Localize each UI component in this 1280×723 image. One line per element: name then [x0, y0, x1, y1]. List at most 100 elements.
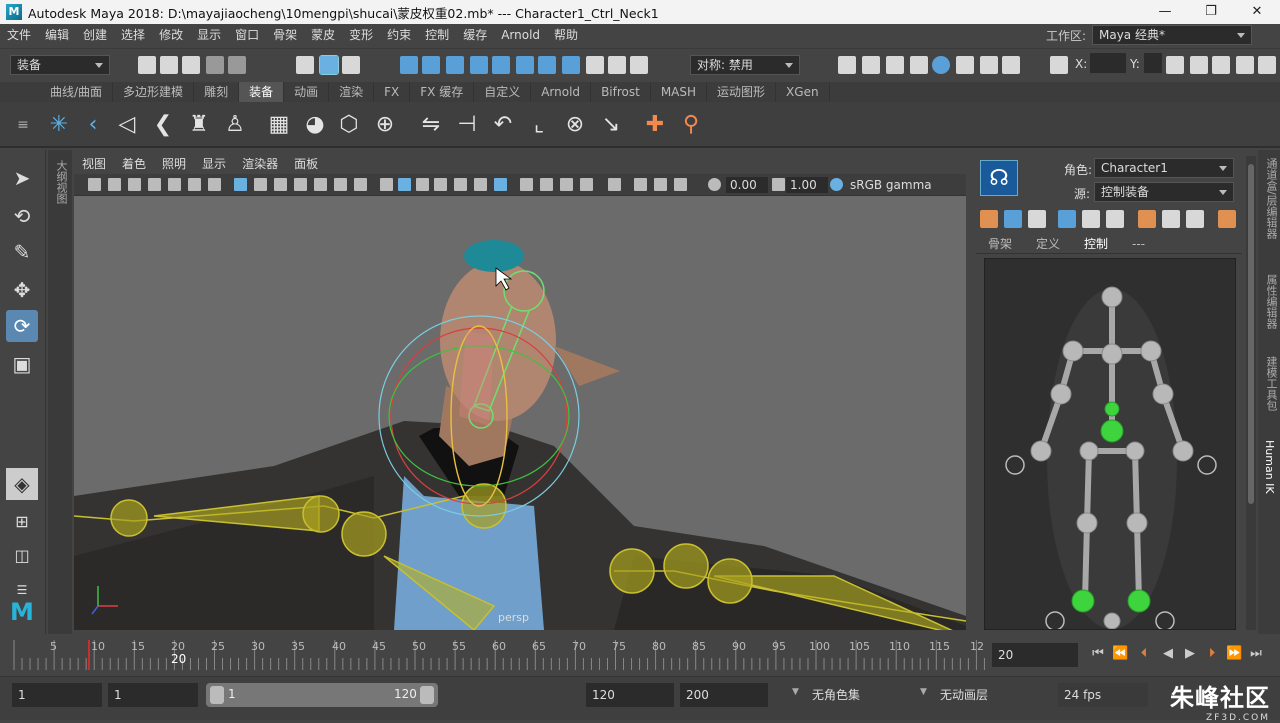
play-backward-icon[interactable]: ◀	[1160, 646, 1176, 662]
unlock-icon[interactable]	[608, 56, 626, 74]
shelf-tab-rendering[interactable]: 渲染	[329, 82, 375, 102]
y-field[interactable]	[1144, 53, 1162, 73]
gamma-field[interactable]: 1.00	[786, 177, 828, 193]
wireframe-icon[interactable]	[380, 178, 393, 191]
menu-skin[interactable]: 蒙皮	[304, 24, 342, 46]
snap-point-icon[interactable]	[446, 56, 464, 74]
selection-icon[interactable]	[1082, 210, 1100, 228]
pin-rotation-icon[interactable]	[1162, 210, 1180, 228]
x-field[interactable]	[1090, 53, 1126, 73]
close-button[interactable]: ✕	[1234, 0, 1280, 24]
safe-action-icon[interactable]	[334, 178, 347, 191]
workspace-dropdown[interactable]: Maya 经典*	[1092, 25, 1252, 45]
maximize-button[interactable]: ❐	[1188, 0, 1234, 24]
locator-icon[interactable]: ✚	[640, 110, 670, 140]
wireframe-on-shaded-icon[interactable]	[434, 178, 447, 191]
humanik-icon[interactable]: ♜	[184, 110, 214, 140]
four-view-icon[interactable]: ⊞	[6, 506, 38, 538]
lasso-tool-icon[interactable]: ⟲	[6, 200, 38, 232]
pause-icon[interactable]	[1002, 56, 1020, 74]
edit-pin-icon[interactable]	[1004, 210, 1022, 228]
side-tab-modeling-toolkit[interactable]: 建模工具包	[1263, 356, 1279, 411]
save-scene-icon[interactable]	[182, 56, 200, 74]
motion-blur-icon[interactable]	[560, 178, 573, 191]
current-frame-field[interactable]: 20	[992, 643, 1078, 667]
smooth-skin-icon[interactable]: ◕	[300, 110, 330, 140]
time-slider[interactable]: 5 10 15 20 25 30 35 40 45 50 55 60 65 70…	[0, 636, 988, 674]
minimize-button[interactable]: —	[1142, 0, 1188, 24]
playback-start-field[interactable]: 1	[108, 683, 198, 707]
viewport-menu-lighting[interactable]: 照明	[154, 155, 194, 172]
mirror-icon[interactable]	[1106, 210, 1124, 228]
shelf-menu-icon[interactable]: ≡	[8, 110, 38, 140]
move-tool-icon[interactable]: ✥	[6, 274, 38, 306]
menu-select[interactable]: 选择	[114, 24, 152, 46]
animation-start-field[interactable]: 1	[12, 683, 102, 707]
viewport-menu-renderer[interactable]: 渲染器	[234, 155, 286, 172]
range-end-handle[interactable]	[420, 686, 434, 704]
playback-end-field[interactable]: 120	[586, 683, 674, 707]
anim-layer-dropdown[interactable]: 无动画层	[934, 683, 1044, 707]
ik-spline-icon[interactable]: ◁	[112, 110, 142, 140]
magnet-icon[interactable]	[630, 56, 648, 74]
field-chart-icon[interactable]	[314, 178, 327, 191]
range-slider-bar[interactable]: 1 120	[206, 683, 438, 707]
side-tab-attribute-editor[interactable]: 属性编辑器	[1263, 274, 1279, 329]
shelf-tab-fx[interactable]: FX	[374, 82, 411, 102]
outliner-toggle-icon[interactable]	[1236, 56, 1254, 74]
character-icon[interactable]: ♙	[220, 110, 250, 140]
2d-pan-icon[interactable]	[168, 178, 181, 191]
open-scene-icon[interactable]	[160, 56, 178, 74]
ambient-occlusion-icon[interactable]	[540, 178, 553, 191]
lattice-icon[interactable]: ⬡	[334, 110, 364, 140]
menu-control[interactable]: 控制	[418, 24, 456, 46]
menu-constrain[interactable]: 约束	[380, 24, 418, 46]
orient-constraint-icon[interactable]: ⌞	[524, 110, 554, 140]
viewport-3d[interactable]: persp	[74, 196, 966, 630]
shelf-tab-curves[interactable]: 曲线/曲面	[40, 82, 114, 102]
menu-deform[interactable]: 变形	[342, 24, 380, 46]
hik-tab-more[interactable]: ---	[1120, 234, 1157, 253]
character-dropdown[interactable]: Character1	[1094, 158, 1234, 178]
transform-field-icon[interactable]	[1050, 56, 1068, 74]
menu-create[interactable]: 创建	[76, 24, 114, 46]
select-tool-icon[interactable]: ➤	[6, 162, 38, 194]
humanik-logo-icon[interactable]: ☊	[980, 160, 1018, 196]
exposure-reset-icon[interactable]	[708, 178, 721, 191]
gamma-icon[interactable]	[772, 178, 785, 191]
shelf-tab-motion-graphics[interactable]: 运动图形	[707, 82, 777, 102]
menu-windows[interactable]: 窗口	[228, 24, 266, 46]
pin-tool-icon[interactable]	[980, 210, 998, 228]
hik-tab-controls[interactable]: 控制	[1072, 234, 1120, 253]
render-settings-icon[interactable]	[910, 56, 928, 74]
snap-surface-icon[interactable]	[516, 56, 534, 74]
shelf-tab-fx-cache[interactable]: FX 缓存	[410, 82, 475, 102]
safe-title-icon[interactable]	[354, 178, 367, 191]
step-forward-frame-icon[interactable]: ⏵	[1204, 646, 1220, 662]
sidebar-toggle-icon[interactable]	[1258, 56, 1276, 74]
shelf-tab-sculpt[interactable]: 雕刻	[194, 82, 240, 102]
xray-icon[interactable]	[454, 178, 467, 191]
reach-icon[interactable]	[1218, 210, 1236, 228]
step-back-frame-icon[interactable]: ⏴	[1136, 646, 1152, 662]
shelf-tab-arnold[interactable]: Arnold	[531, 82, 592, 102]
panel-scrollbar[interactable]	[1246, 156, 1256, 630]
select-hierarchy-icon[interactable]	[296, 56, 314, 74]
hik-tab-skeleton[interactable]: 骨架	[976, 234, 1024, 253]
step-back-key-icon[interactable]: ⏪	[1112, 646, 1128, 662]
body-part-icon[interactable]	[1058, 210, 1076, 228]
animation-end-field[interactable]: 200	[680, 683, 768, 707]
resolution-gate-icon[interactable]	[274, 178, 287, 191]
viewport-menu-shading[interactable]: 着色	[114, 155, 154, 172]
menu-help[interactable]: 帮助	[547, 24, 585, 46]
point-constraint-icon[interactable]: ↶	[488, 110, 518, 140]
hik-tab-definition[interactable]: 定义	[1024, 234, 1072, 253]
isolate-select-icon[interactable]	[608, 178, 621, 191]
shelf-tab-animation[interactable]: 动画	[284, 82, 330, 102]
single-perspective-icon[interactable]: ◈	[6, 468, 38, 500]
camera-lock-icon[interactable]	[108, 178, 121, 191]
default-material-icon[interactable]	[416, 178, 429, 191]
anti-alias-icon[interactable]	[580, 178, 593, 191]
grease-pencil-icon[interactable]	[188, 178, 201, 191]
help-line-icon[interactable]	[562, 56, 580, 74]
